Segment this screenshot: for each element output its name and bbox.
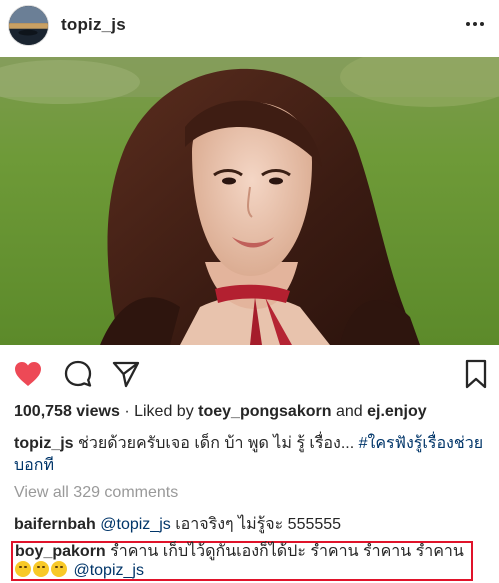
comment-username[interactable]: baifernbah: [14, 516, 96, 533]
post-photo[interactable]: [0, 57, 499, 345]
and-label: and: [331, 403, 368, 420]
share-icon[interactable]: [110, 358, 142, 390]
comment-item: baifernbah @topiz_js เอาจริงๆ ไม่รู้จะ 5…: [14, 514, 489, 536]
liked-by-label: · Liked by: [119, 403, 199, 420]
likes-summary: 100,758 views · Liked by toey_pongsakorn…: [14, 403, 427, 421]
more-options-icon[interactable]: [463, 14, 487, 34]
comment-text: รำคาน เก็บไว้ดูกันเองก็ได้ปะ รำคาน รำคาน…: [105, 543, 464, 560]
liker-username[interactable]: toey_pongsakorn: [198, 403, 331, 420]
comment-username[interactable]: boy_pakorn: [15, 543, 106, 560]
caption-text: ช่วยด้วยครับเจอ เด็ก บ้า พูด ไม่ รู้ เรื…: [73, 435, 359, 452]
comment-icon[interactable]: [62, 358, 94, 390]
liker-username[interactable]: ej.enjoy: [367, 403, 427, 420]
flushed-face-emoji-icon: [51, 561, 67, 577]
views-count[interactable]: 100,758 views: [14, 403, 120, 420]
post-actions-bar: [0, 352, 499, 396]
flushed-face-emoji-icon: [33, 561, 49, 577]
comment-mention[interactable]: @topiz_js: [73, 562, 144, 579]
caption-username[interactable]: topiz_js: [14, 435, 74, 452]
post-caption: topiz_js ช่วยด้วยครับเจอ เด็ก บ้า พูด ไม…: [14, 433, 489, 477]
like-icon[interactable]: [12, 358, 44, 390]
comment-item: boy_pakorn รำคาน เก็บไว้ดูกันเองก็ได้ปะ …: [15, 543, 475, 580]
post-author-username[interactable]: topiz_js: [61, 15, 126, 35]
post-header: topiz_js: [0, 0, 499, 52]
comment-mention[interactable]: @topiz_js: [100, 516, 171, 533]
comment-text: เอาจริงๆ ไม่รู้จะ 555555: [170, 516, 342, 533]
flushed-face-emoji-icon: [15, 561, 31, 577]
bookmark-icon[interactable]: [460, 358, 492, 390]
view-all-comments-link[interactable]: View all 329 comments: [14, 484, 178, 502]
avatar-image: [9, 6, 48, 45]
avatar[interactable]: [8, 5, 49, 46]
